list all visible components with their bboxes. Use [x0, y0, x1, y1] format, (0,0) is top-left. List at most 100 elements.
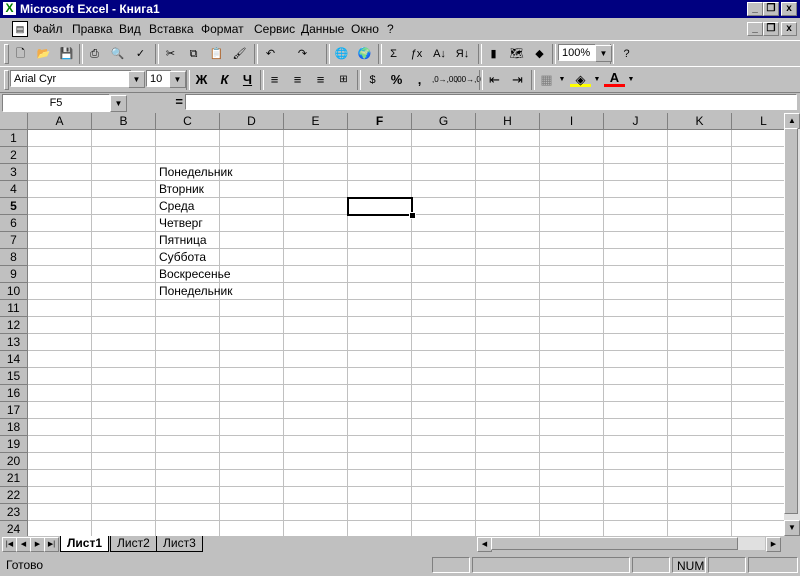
font-color-icon[interactable]: A [604, 70, 625, 87]
decrease-indent-icon[interactable]: ⇤ [484, 70, 505, 90]
underline-button[interactable]: Ч [237, 70, 258, 90]
column-header[interactable]: H [476, 113, 540, 130]
active-cell-selection[interactable] [347, 197, 413, 216]
zoom-combo[interactable]: 100% [558, 44, 596, 61]
row-header[interactable]: 20 [0, 453, 28, 470]
row-header[interactable]: 2 [0, 147, 28, 164]
cell-value[interactable]: Воскресенье [159, 266, 231, 283]
name-box[interactable]: F5 [2, 94, 110, 112]
toolbar-grip[interactable] [4, 70, 9, 90]
row-header[interactable]: 11 [0, 300, 28, 317]
vertical-scrollbar[interactable]: ▲ ▼ [784, 113, 800, 536]
spelling-icon[interactable]: ✓ [130, 44, 151, 64]
fill-color-dropdown-icon[interactable]: ▼ [592, 70, 602, 90]
web-toolbar-icon[interactable]: 🌍 [354, 44, 375, 64]
cell-value[interactable]: Суббота [159, 249, 206, 266]
new-icon[interactable]: 🗋 [10, 44, 31, 64]
print-icon[interactable]: ⎙ [84, 44, 105, 64]
row-header[interactable]: 17 [0, 402, 28, 419]
tab-split-handle[interactable] [470, 537, 474, 550]
scroll-down-icon[interactable]: ▼ [784, 520, 800, 536]
sheet-tab[interactable]: Лист2 [110, 536, 157, 552]
menu-item[interactable]: Данные [301, 22, 344, 36]
cell-value[interactable]: Четверг [159, 215, 203, 232]
formula-input[interactable] [185, 94, 797, 110]
row-header[interactable]: 4 [0, 181, 28, 198]
row-header[interactable]: 16 [0, 385, 28, 402]
row-header[interactable]: 8 [0, 249, 28, 266]
autosum-icon[interactable]: Σ [383, 44, 404, 64]
close-button[interactable]: x [781, 2, 797, 16]
column-header[interactable]: C [156, 113, 220, 130]
fill-color-icon[interactable]: ◈ [570, 70, 591, 87]
row-header[interactable]: 6 [0, 215, 28, 232]
horizontal-scroll-thumb[interactable] [491, 537, 738, 550]
equals-button[interactable]: = [128, 94, 183, 110]
row-header[interactable]: 5 [0, 198, 28, 215]
row-header[interactable]: 9 [0, 266, 28, 283]
column-header[interactable]: G [412, 113, 476, 130]
vertical-scroll-thumb[interactable] [784, 128, 798, 514]
map-icon[interactable]: 🗺 [506, 44, 527, 64]
doc-restore-button[interactable]: ❐ [763, 22, 779, 36]
menu-item[interactable]: ? [387, 22, 394, 36]
scroll-up-icon[interactable]: ▲ [784, 113, 800, 129]
restore-button[interactable]: ❐ [763, 2, 779, 16]
percent-button[interactable]: % [386, 70, 407, 90]
bold-button[interactable]: Ж [191, 70, 212, 90]
row-header[interactable]: 13 [0, 334, 28, 351]
cut-icon[interactable]: ✂ [160, 44, 181, 64]
document-icon[interactable]: ▤ [12, 21, 28, 37]
column-header[interactable]: K [668, 113, 732, 130]
format-painter-icon[interactable]: 🖌 [229, 44, 250, 64]
column-header[interactable]: J [604, 113, 668, 130]
row-header[interactable]: 18 [0, 419, 28, 436]
align-right-icon[interactable]: ≡ [310, 70, 331, 90]
undo-icon[interactable]: ↶ [260, 44, 281, 64]
last-sheet-icon[interactable]: ▶| [44, 537, 59, 552]
open-icon[interactable]: 📂 [33, 44, 54, 64]
borders-dropdown-icon[interactable]: ▼ [557, 70, 567, 90]
menu-item[interactable]: Вид [119, 22, 141, 36]
redo-icon[interactable]: ↷ [292, 44, 313, 64]
first-sheet-icon[interactable]: |◀ [2, 537, 17, 552]
cell-value[interactable]: Пятница [159, 232, 207, 249]
column-header[interactable]: E [284, 113, 348, 130]
comma-button[interactable]: , [409, 70, 430, 90]
next-sheet-icon[interactable]: ▶ [30, 537, 45, 552]
paste-icon[interactable]: 📋 [206, 44, 227, 64]
row-header[interactable]: 24 [0, 521, 28, 536]
column-header[interactable]: B [92, 113, 156, 130]
prev-sheet-icon[interactable]: ◀ [16, 537, 31, 552]
select-all-button[interactable] [0, 113, 28, 130]
menu-item[interactable]: Вставка [149, 22, 194, 36]
column-header[interactable]: I [540, 113, 604, 130]
row-header[interactable]: 21 [0, 470, 28, 487]
increase-decimal-button[interactable]: ,0→,00 [432, 70, 458, 90]
row-header[interactable]: 12 [0, 317, 28, 334]
hyperlink-icon[interactable]: 🌐 [331, 44, 352, 64]
sheet-tab[interactable]: Лист1 [60, 536, 110, 552]
align-center-icon[interactable]: ≡ [287, 70, 308, 90]
save-icon[interactable]: 💾 [56, 44, 77, 64]
column-header[interactable]: F [348, 113, 412, 130]
row-header[interactable]: 22 [0, 487, 28, 504]
copy-icon[interactable]: ⧉ [183, 44, 204, 64]
minimize-button[interactable]: _ [747, 2, 763, 16]
align-left-icon[interactable]: ≡ [264, 70, 285, 90]
row-header[interactable]: 19 [0, 436, 28, 453]
menu-item[interactable]: Файл [33, 22, 63, 36]
chart-wizard-icon[interactable]: ▮ [483, 44, 504, 64]
borders-icon[interactable]: ▦ [536, 70, 557, 90]
merge-center-icon[interactable]: ⊞ [333, 70, 354, 90]
horizontal-scroll-track[interactable] [491, 537, 765, 550]
row-header[interactable]: 3 [0, 164, 28, 181]
row-header[interactable]: 15 [0, 368, 28, 385]
font-color-dropdown-icon[interactable]: ▼ [626, 70, 636, 90]
scroll-left-icon[interactable]: ◀ [477, 537, 492, 552]
menu-item[interactable]: Окно [351, 22, 379, 36]
doc-close-button[interactable]: x [781, 22, 797, 36]
row-header[interactable]: 14 [0, 351, 28, 368]
function-icon[interactable]: ƒx [406, 44, 427, 64]
size-dropdown-icon[interactable]: ▼ [169, 71, 186, 88]
